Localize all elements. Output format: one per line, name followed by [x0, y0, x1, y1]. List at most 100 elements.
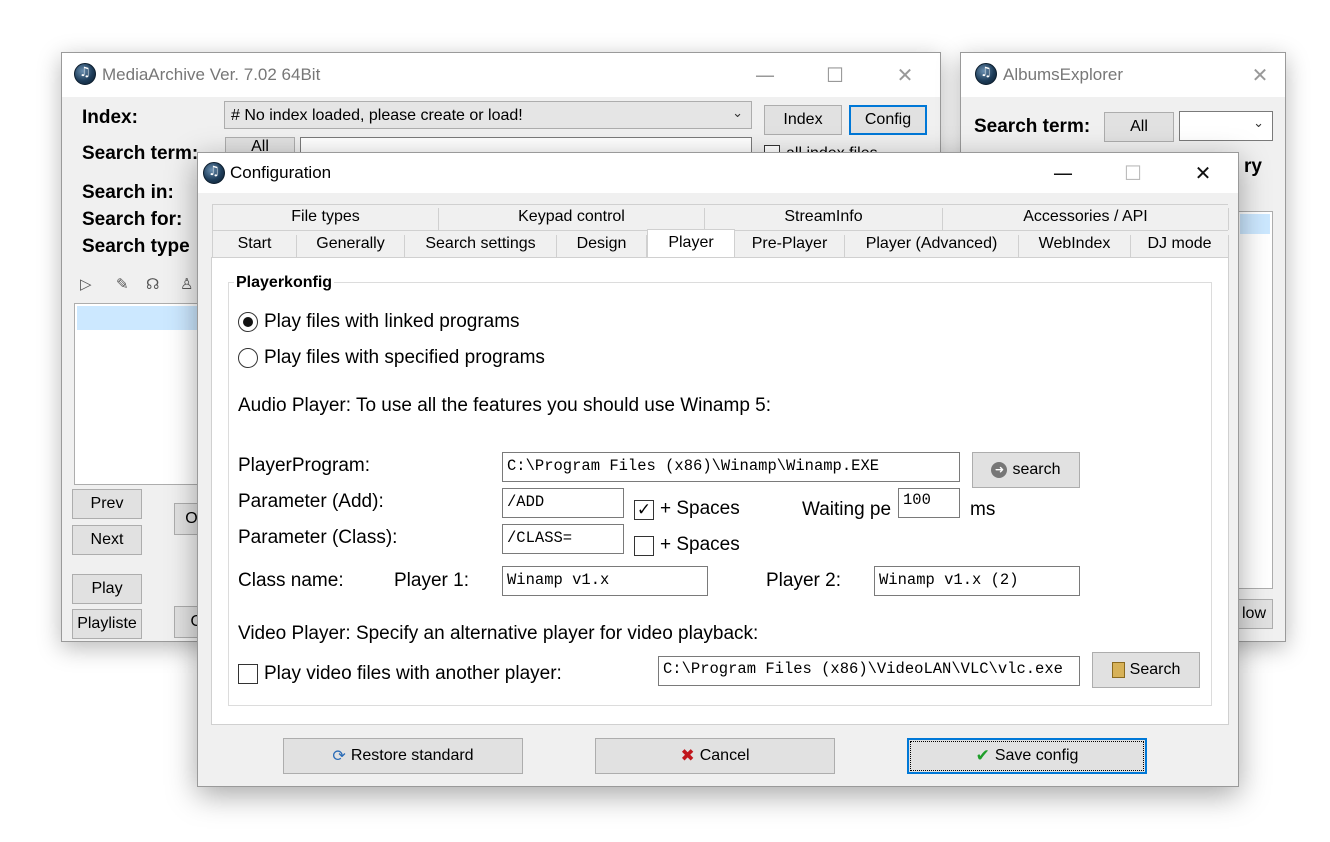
spaces-add-checkbox[interactable]: ✓ — [634, 500, 654, 520]
param-add-input[interactable]: /ADD — [502, 488, 624, 518]
waiting-label: Waiting pe — [802, 499, 892, 520]
player-tab-page: Playerkonfig Play files with linked prog… — [211, 257, 1229, 725]
video-search-button-label: Search — [1129, 661, 1181, 678]
playlist-button[interactable]: Playliste — [72, 609, 142, 639]
index-button[interactable]: Index — [764, 105, 842, 135]
tab-row-1: File types Keypad control StreamInfo Acc… — [212, 204, 1229, 230]
search-term-label: Search term: — [974, 116, 1091, 137]
index-label: Index: — [82, 107, 138, 128]
tab-streaminfo[interactable]: StreamInfo — [705, 208, 943, 230]
minimize-icon[interactable]: — — [1040, 153, 1086, 193]
search-button[interactable]: ➜ search — [972, 452, 1080, 488]
tab-file-types[interactable]: File types — [213, 208, 439, 230]
play-button[interactable]: Play — [72, 574, 142, 604]
tab-webindex[interactable]: WebIndex — [1019, 235, 1131, 257]
search-term-label: Search term: — [82, 143, 199, 164]
index-combo[interactable]: # No index loaded, please create or load… — [224, 101, 752, 129]
video-search-button[interactable]: Search — [1092, 652, 1200, 688]
bottom-button[interactable]: low — [1233, 599, 1273, 629]
index-combo-value: # No index loaded, please create or load… — [231, 107, 523, 124]
window-title: Configuration — [230, 163, 332, 182]
player-program-label: PlayerProgram: — [238, 455, 370, 476]
tab-keypad-control[interactable]: Keypad control — [439, 208, 705, 230]
cancel-button-label: Cancel — [699, 747, 750, 764]
video-player-note: Video Player: Specify an alternative pla… — [238, 623, 759, 644]
waiting-input[interactable]: 100 — [898, 488, 960, 518]
player-program-input[interactable]: C:\Program Files (x86)\Winamp\Winamp.EXE — [502, 452, 960, 482]
player2-label: Player 2: — [766, 570, 841, 591]
configuration-dialog: Configuration — ☐ ✕ File types Keypad co… — [197, 152, 1239, 787]
spaces-class-checkbox[interactable] — [634, 536, 654, 556]
save-config-button[interactable]: ✔ Save config — [907, 738, 1147, 774]
tab-player-advanced[interactable]: Player (Advanced) — [845, 235, 1019, 257]
search-in-label: Search in: — [82, 182, 174, 203]
radio-specified-label[interactable]: Play files with specified programs — [264, 347, 545, 369]
window-title: MediaArchive Ver. 7.02 64Bit — [102, 65, 321, 84]
prev-button[interactable]: Prev — [72, 489, 142, 519]
maximize-icon[interactable]: ☐ — [1110, 153, 1156, 193]
headphones-icon[interactable]: ☊ — [146, 275, 159, 293]
chevron-down-icon: ⌄ — [1253, 116, 1264, 131]
video-player-check-label: Play video files with another player: — [264, 663, 562, 684]
spaces-add-label: + Spaces — [660, 498, 740, 519]
param-class-input[interactable]: /CLASS= — [502, 524, 624, 554]
close-icon[interactable]: ✕ — [1180, 153, 1226, 193]
side-label: ry — [1244, 156, 1262, 177]
group-title: Playerkonfig — [234, 274, 335, 292]
tab-design[interactable]: Design — [557, 235, 647, 257]
search-type-label: Search type — [82, 236, 190, 257]
close-icon[interactable]: ✕ — [1237, 53, 1283, 97]
player2-input[interactable]: Winamp v1.x (2) — [874, 566, 1080, 596]
folder-icon — [1111, 662, 1125, 678]
minimize-icon[interactable]: — — [742, 53, 788, 97]
maximize-icon[interactable]: ☐ — [812, 53, 858, 97]
radio-linked-programs[interactable] — [238, 312, 258, 332]
spaces-class-label: + Spaces — [660, 534, 740, 555]
player1-input[interactable]: Winamp v1.x — [502, 566, 708, 596]
tab-search-settings[interactable]: Search settings — [405, 235, 557, 257]
video-path-input[interactable]: C:\Program Files (x86)\VideoLAN\VLC\vlc.… — [658, 656, 1080, 686]
play-icon[interactable]: ▷ — [80, 275, 92, 293]
radio-specified-programs[interactable] — [238, 348, 258, 368]
title-bar[interactable]: MediaArchive Ver. 7.02 64Bit — ☐ ✕ — [62, 53, 940, 97]
app-icon — [203, 162, 225, 184]
radio-linked-label[interactable]: Play files with linked programs — [264, 311, 520, 333]
checkmark-icon: ✔ — [975, 745, 990, 766]
app-icon — [74, 63, 96, 85]
tab-row-2: Start Generally Search settings Design P… — [212, 229, 1229, 259]
video-player-checkbox[interactable] — [238, 664, 258, 684]
list-item-selected[interactable] — [1240, 214, 1270, 234]
tab-dj-mode[interactable]: DJ mode — [1131, 235, 1229, 257]
tab-accessories-api[interactable]: Accessories / API — [943, 208, 1229, 230]
result-list[interactable] — [74, 303, 200, 485]
chevron-down-icon: ⌄ — [732, 106, 743, 121]
restore-standard-button[interactable]: ⟳ Restore standard — [283, 738, 523, 774]
param-class-label: Parameter (Class): — [238, 527, 398, 548]
param-add-label: Parameter (Add): — [238, 491, 384, 512]
edit-icon[interactable]: ✎ — [116, 275, 129, 293]
config-button[interactable]: Config — [849, 105, 927, 135]
restore-button-label: Restore standard — [350, 747, 474, 764]
title-bar[interactable]: Configuration — ☐ ✕ — [198, 153, 1238, 193]
person-icon[interactable]: ♙ — [180, 275, 193, 293]
tab-pre-player[interactable]: Pre-Player — [735, 235, 845, 257]
player1-label: Player 1: — [394, 570, 469, 591]
app-icon — [975, 63, 997, 85]
cancel-button[interactable]: ✖ Cancel — [595, 738, 835, 774]
next-button[interactable]: Next — [72, 525, 142, 555]
cancel-x-icon: ✖ — [680, 745, 695, 766]
list-item-selected[interactable] — [77, 306, 197, 330]
all-button[interactable]: All — [1104, 112, 1174, 142]
close-icon[interactable]: ✕ — [882, 53, 928, 97]
tab-player[interactable]: Player — [647, 229, 735, 259]
audio-player-note: Audio Player: To use all the features yo… — [238, 395, 772, 416]
search-button-label: search — [1012, 461, 1061, 478]
tab-start[interactable]: Start — [213, 235, 297, 257]
title-bar[interactable]: AlbumsExplorer ✕ — [961, 53, 1285, 97]
album-list[interactable] — [1237, 211, 1273, 589]
search-arrow-icon: ➜ — [991, 462, 1008, 478]
ms-label: ms — [970, 499, 996, 520]
search-term-combo[interactable]: ⌄ — [1179, 111, 1273, 141]
tab-generally[interactable]: Generally — [297, 235, 405, 257]
search-for-label: Search for: — [82, 209, 183, 230]
